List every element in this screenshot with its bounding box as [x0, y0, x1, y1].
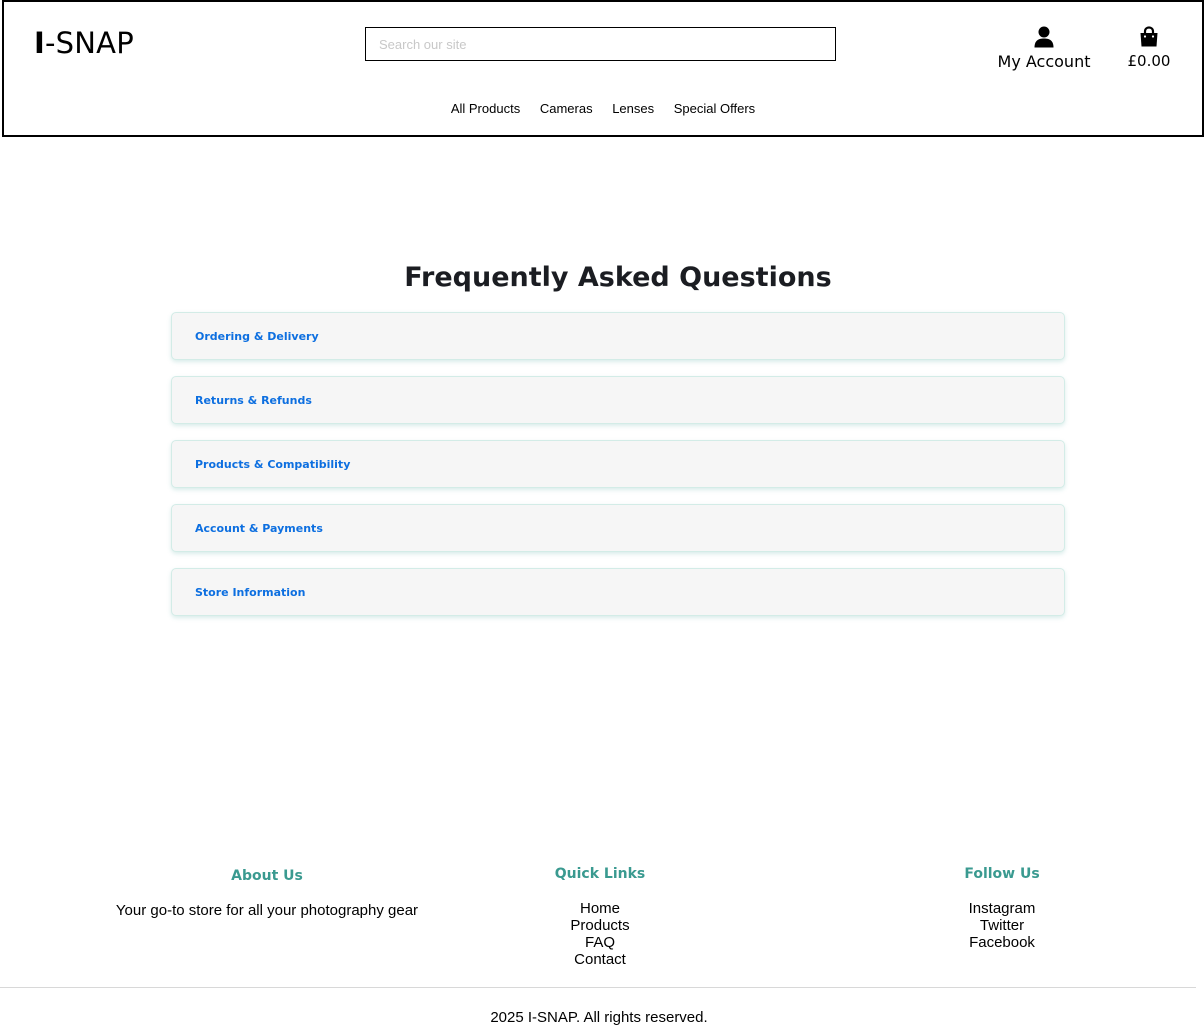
footer-link-facebook[interactable]: Facebook	[922, 934, 1082, 951]
search-input[interactable]	[365, 27, 836, 61]
logo-bar: I	[34, 26, 45, 60]
footer-link-instagram[interactable]: Instagram	[922, 900, 1082, 917]
footer-about-heading: About Us	[231, 868, 303, 884]
nav-all-products[interactable]: All Products	[451, 101, 520, 116]
faq-section-products-compatibility[interactable]: Products & Compatibility	[171, 440, 1065, 488]
footer-about: About Us Your go-to store for all your p…	[97, 868, 437, 919]
footer-quick-links-heading: Quick Links	[554, 866, 646, 882]
faq-section-label: Account & Payments	[195, 521, 323, 535]
faq-section-label: Returns & Refunds	[195, 393, 312, 407]
shopping-bag-icon	[1140, 26, 1158, 47]
footer-follow-heading: Follow Us	[964, 866, 1040, 882]
footer-quick-links: Quick Links Home Products FAQ Contact	[500, 866, 700, 968]
site-logo[interactable]: I-SNAP	[34, 26, 134, 60]
faq-section-label: Products & Compatibility	[195, 457, 351, 471]
faq-section-label: Store Information	[195, 585, 306, 599]
copyright-text: 2025 I-SNAP. All rights reserved.	[490, 1009, 708, 1026]
footer-link-contact[interactable]: Contact	[500, 951, 700, 968]
faq-section-account-payments[interactable]: Account & Payments	[171, 504, 1065, 552]
my-account-link[interactable]: My Account	[994, 26, 1094, 71]
footer-about-text: Your go-to store for all your photograph…	[115, 902, 419, 919]
footer-link-home[interactable]: Home	[500, 900, 700, 917]
nav-special-offers[interactable]: Special Offers	[674, 101, 755, 116]
site-header: I-SNAP My Account £0.00 All Products Cam…	[2, 0, 1204, 137]
logo-text: -SNAP	[45, 26, 134, 60]
footer-divider	[0, 987, 1196, 988]
faq-section-returns-refunds[interactable]: Returns & Refunds	[171, 376, 1065, 424]
page-title: Frequently Asked Questions	[404, 262, 832, 293]
cart-link[interactable]: £0.00	[1116, 26, 1182, 70]
nav-lenses[interactable]: Lenses	[612, 101, 654, 116]
footer-link-faq[interactable]: FAQ	[500, 934, 700, 951]
nav-cameras[interactable]: Cameras	[540, 101, 593, 116]
main-nav: All Products Cameras Lenses Special Offe…	[4, 101, 1202, 116]
user-icon	[1034, 26, 1054, 48]
faq-section-ordering-delivery[interactable]: Ordering & Delivery	[171, 312, 1065, 360]
account-label: My Account	[997, 52, 1091, 71]
faq-section-store-information[interactable]: Store Information	[171, 568, 1065, 616]
footer-follow: Follow Us Instagram Twitter Facebook	[922, 866, 1082, 951]
footer-link-twitter[interactable]: Twitter	[922, 917, 1082, 934]
footer-link-products[interactable]: Products	[500, 917, 700, 934]
cart-total: £0.00	[1127, 52, 1171, 70]
faq-section-label: Ordering & Delivery	[195, 329, 319, 343]
